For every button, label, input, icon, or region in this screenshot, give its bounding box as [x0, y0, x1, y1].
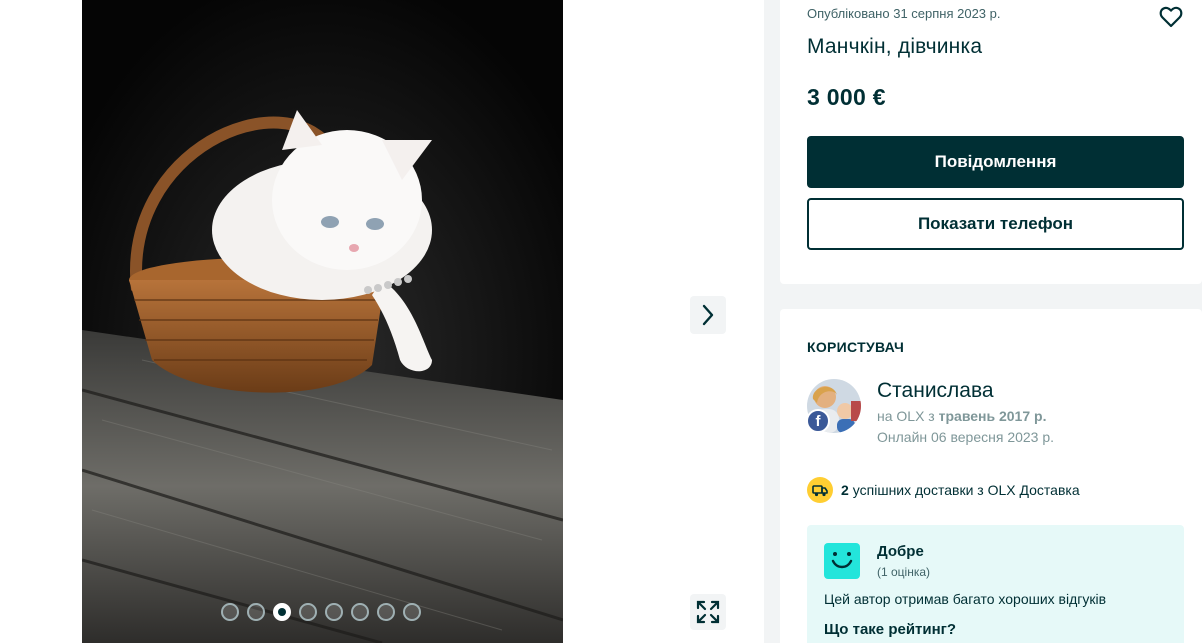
show-phone-button[interactable]: Показати телефон — [807, 198, 1184, 250]
rating-label: Добре — [877, 543, 924, 560]
seller-name[interactable]: Станислава — [877, 379, 1054, 403]
heart-icon[interactable] — [1158, 4, 1184, 30]
last-online: Онлайн 06 вересня 2023 р. — [877, 429, 1055, 445]
facebook-icon: f — [806, 409, 830, 433]
listing-summary-card: Опубліковано 31 серпня 2023 р. Манчкін, … — [780, 0, 1202, 284]
gallery-dot[interactable] — [221, 603, 239, 621]
next-photo-button[interactable] — [690, 296, 726, 334]
gallery-dot[interactable] — [299, 603, 317, 621]
gallery-dot[interactable] — [403, 603, 421, 621]
gallery-dot[interactable] — [377, 603, 395, 621]
rating-description: Цей автор отримав багато хороших відгукі… — [824, 591, 1107, 607]
fullscreen-button[interactable] — [690, 594, 726, 630]
gallery-dots — [221, 603, 421, 621]
expand-icon — [696, 600, 720, 624]
delivery-count: 2 — [841, 482, 849, 498]
delivery-text: успішних доставки з OLX Доставка — [852, 482, 1080, 498]
gallery-dot[interactable] — [325, 603, 343, 621]
gallery-dot[interactable] — [351, 603, 369, 621]
rating-box: Добре (1 оцінка) Цей автор отримав багат… — [807, 525, 1184, 643]
message-button[interactable]: Повідомлення — [807, 136, 1184, 188]
gallery-dot[interactable] — [247, 603, 265, 621]
listing-title: Манчкін, дівчинка — [807, 35, 983, 58]
listing-price: 3 000 € — [807, 84, 886, 110]
photo-gallery — [0, 0, 764, 643]
listing-photo[interactable] — [82, 0, 563, 643]
gallery-dot-active[interactable] — [273, 603, 291, 621]
delivery-stats: 2 успішних доставки з OLX Доставка — [807, 477, 1184, 503]
member-since-date: травень 2017 р. — [938, 408, 1047, 424]
published-date: Опубліковано 31 серпня 2023 р. — [807, 6, 1001, 21]
seller-profile: f Станислава на OLX з травень 2017 р. Он… — [806, 379, 1184, 445]
chevron-right-icon — [702, 304, 714, 326]
smile-icon — [824, 543, 860, 579]
listing-page: Опубліковано 31 серпня 2023 р. Манчкін, … — [0, 0, 1202, 643]
member-since-prefix: на OLX з — [877, 408, 935, 424]
truck-icon — [807, 477, 833, 503]
rating-count: (1 оцінка) — [877, 565, 931, 579]
member-since: на OLX з травень 2017 р. — [877, 408, 1054, 424]
seller-card: КОРИСТУВАЧ f Станислава на OLX з травень… — [780, 309, 1202, 643]
avatar[interactable]: f — [806, 379, 861, 433]
rating-info-link[interactable]: Що таке рейтинг? — [824, 621, 1167, 638]
seller-section-title: КОРИСТУВАЧ — [807, 339, 905, 355]
